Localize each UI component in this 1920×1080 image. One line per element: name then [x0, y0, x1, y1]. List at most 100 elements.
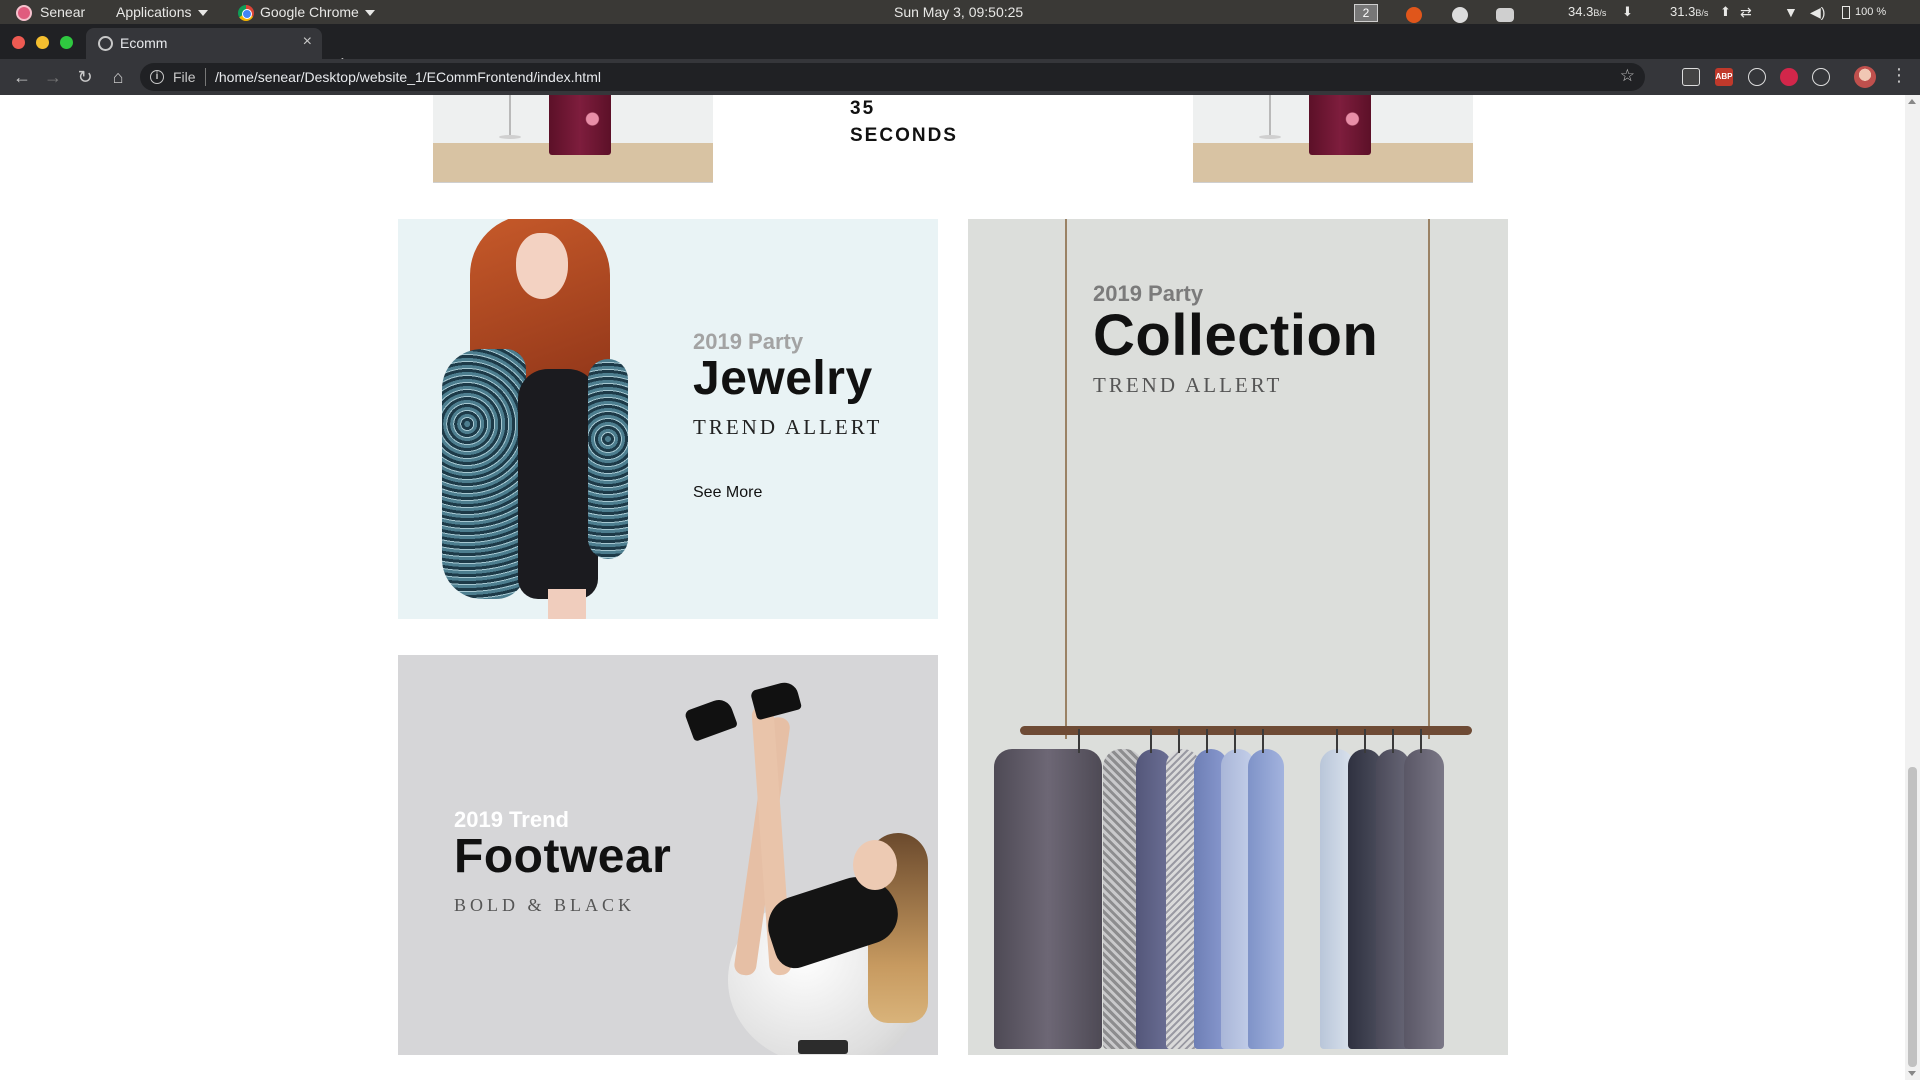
adblock-icon[interactable]: ABP — [1715, 68, 1733, 86]
model-face — [516, 233, 568, 299]
black-heel — [749, 679, 803, 721]
volume-tray[interactable]: ◀) — [1810, 0, 1825, 24]
scrollbar-thumb[interactable] — [1908, 767, 1917, 1067]
minimize-window-button[interactable] — [36, 36, 49, 49]
battery-tray[interactable]: 100 % — [1842, 0, 1886, 24]
jewelry-title: Jewelry — [693, 352, 873, 405]
active-app-label: Google Chrome — [260, 4, 359, 20]
page-scrollbar[interactable] — [1905, 95, 1920, 1080]
battery-icon — [1842, 5, 1850, 19]
countdown-seconds-value: 35 — [850, 98, 876, 119]
extension-glasses-icon[interactable] — [1682, 68, 1700, 86]
user-menu-label: Senear — [40, 4, 86, 20]
footwear-banner[interactable]: 2019 Trend Footwear BOLD & BLACK — [398, 655, 938, 1055]
profile-avatar[interactable] — [1854, 66, 1876, 88]
scheme-label: File — [173, 69, 196, 85]
hanger — [1336, 729, 1338, 753]
net-download-value: 34.3 — [1568, 4, 1594, 19]
wifi-tray[interactable]: ▼ — [1784, 0, 1798, 24]
blazer — [994, 749, 1102, 1049]
page-viewport: 35 SECONDS 2019 Party Jewelry TREND ALLE… — [0, 95, 1905, 1080]
url-text[interactable]: /home/senear/Desktop/website_1/ECommFron… — [215, 69, 601, 85]
browser-menu-icon[interactable]: ⋮ — [1890, 65, 1908, 86]
arrow-up-icon: ⬆ — [1719, 4, 1731, 19]
applications-menu-label: Applications — [116, 4, 192, 20]
info-icon[interactable]: i — [150, 70, 164, 84]
rack-rod — [1020, 726, 1472, 735]
jewelry-tagline: TREND ALLERT — [693, 415, 883, 439]
hanger — [1420, 729, 1422, 753]
home-button[interactable]: ⌂ — [106, 65, 130, 89]
battery-label: 100 % — [1855, 6, 1887, 18]
network-icon: ⇄ — [1740, 4, 1752, 20]
extension-red-icon[interactable] — [1780, 68, 1798, 86]
back-button[interactable]: ← — [10, 65, 34, 89]
product-image-fridge[interactable] — [1193, 95, 1473, 183]
chair-base — [798, 1040, 848, 1054]
bookmark-star-icon[interactable]: ☆ — [1620, 66, 1635, 86]
deal-countdown: 35 SECONDS — [850, 95, 958, 149]
footwear-tagline: BOLD & BLACK — [454, 895, 636, 915]
reload-button[interactable]: ↻ — [73, 65, 97, 89]
arrow-down-icon: ⬇ — [1621, 4, 1633, 19]
globe-icon — [98, 36, 113, 51]
hanger — [1262, 729, 1264, 753]
bodysuit — [518, 369, 598, 599]
fridge-graphic — [1309, 95, 1371, 155]
net-upload: 31.3B/s ⬆ — [1670, 0, 1731, 24]
collection-copy: 2019 Party Collection TREND ALLERT — [1093, 281, 1378, 398]
user-menu[interactable]: Senear — [16, 0, 85, 24]
workspace-indicator[interactable]: 2 — [1354, 0, 1378, 24]
net-upload-unit: B/s — [1695, 8, 1709, 18]
accessibility-icon — [1452, 7, 1468, 24]
scroll-down-icon[interactable] — [1908, 1071, 1916, 1076]
clock[interactable]: Sun May 3, 09:50:25 — [894, 0, 1023, 24]
hanger — [1392, 729, 1394, 753]
model-leg — [548, 589, 586, 619]
net-download-unit: B/s — [1593, 8, 1607, 18]
update-icon — [1406, 7, 1422, 24]
shirt — [1404, 749, 1444, 1049]
scroll-up-icon[interactable] — [1908, 99, 1916, 104]
applications-menu[interactable]: Applications — [116, 0, 208, 24]
countdown-seconds-label: SECONDS — [850, 125, 958, 146]
active-app-menu[interactable]: Google Chrome — [238, 0, 375, 24]
network-tray[interactable]: ⇄ — [1740, 0, 1752, 24]
product-image-fridge[interactable] — [433, 95, 713, 183]
tab-strip: Ecomm × + — [0, 24, 1920, 75]
workspace-number: 2 — [1354, 4, 1378, 23]
rack-rope — [1065, 219, 1067, 739]
hanger — [1078, 729, 1080, 753]
lamp-graphic — [1259, 95, 1281, 139]
collection-banner[interactable]: 2019 Party Collection TREND ALLERT — [968, 219, 1508, 1055]
see-more-link[interactable]: See More — [693, 484, 882, 502]
wifi-icon: ▼ — [1784, 4, 1798, 20]
update-tray[interactable] — [1406, 0, 1422, 24]
tab-close-button[interactable]: × — [303, 33, 312, 51]
user-logo-icon — [16, 5, 32, 22]
maximize-window-button[interactable] — [60, 36, 73, 49]
lamp-graphic — [499, 95, 521, 139]
react-extension-icon[interactable] — [1812, 68, 1830, 86]
black-heel — [683, 696, 739, 742]
net-upload-value: 31.3 — [1670, 4, 1696, 19]
address-bar[interactable]: i File /home/senear/Desktop/website_1/EC… — [140, 63, 1645, 91]
os-top-bar: Senear Applications Google Chrome Sun Ma… — [0, 0, 1920, 24]
omnibox-divider — [205, 68, 206, 86]
forward-button[interactable]: → — [41, 65, 65, 89]
hanger — [1150, 729, 1152, 753]
browser-toolbar: ← → ↻ ⌂ i File /home/senear/Desktop/webs… — [0, 59, 1920, 95]
chat-tray[interactable] — [1496, 0, 1514, 24]
footwear-title: Footwear — [454, 830, 672, 883]
collection-title: Collection — [1093, 303, 1379, 368]
globe-extension-icon[interactable] — [1748, 68, 1766, 86]
close-window-button[interactable] — [12, 36, 25, 49]
jewelry-copy: 2019 Party Jewelry TREND ALLERT See More — [693, 329, 882, 502]
tab-ecomm[interactable]: Ecomm × — [86, 28, 322, 59]
net-download: 34.3B/s ⬇ — [1568, 0, 1633, 24]
hanger — [1234, 729, 1236, 753]
accessibility-tray[interactable] — [1452, 0, 1468, 24]
hanger — [1178, 729, 1180, 753]
chat-icon — [1496, 8, 1514, 23]
jewelry-banner[interactable]: 2019 Party Jewelry TREND ALLERT See More — [398, 219, 938, 619]
